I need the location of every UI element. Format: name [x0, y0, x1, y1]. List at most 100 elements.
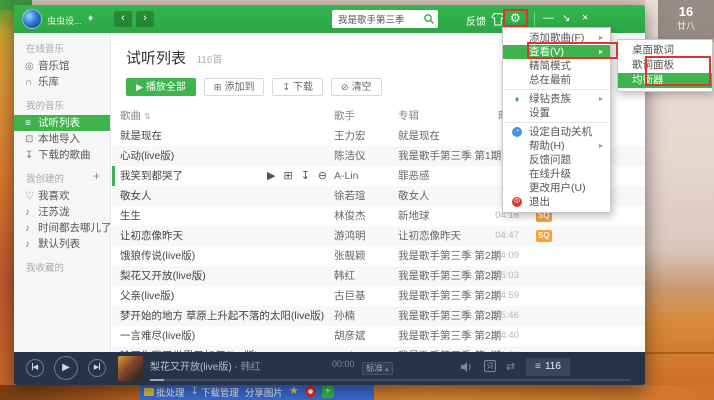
next-button[interactable]: ▶ — [88, 359, 106, 377]
submenu-arrow-icon: ▸ — [599, 92, 603, 106]
table-row[interactable]: 父亲(live版) 古巨基 我是歌手第三季 第2期 04:59 — [112, 286, 645, 306]
forward-button[interactable]: › — [136, 11, 154, 27]
sidebar-section-collected: 我收藏的 — [26, 260, 110, 274]
clear-button[interactable]: ⊘清空 — [331, 78, 382, 96]
song-artist[interactable]: 张靓颖 — [334, 246, 396, 266]
menu-item-label: 反馈问题 — [529, 154, 571, 166]
song-artist[interactable]: 陈洁仪 — [334, 146, 396, 166]
menu-item-auto-shutdown[interactable]: ◔设定自动关机 — [503, 125, 610, 139]
previous-button[interactable]: ◀ — [26, 359, 44, 377]
sort-icon[interactable]: ⇅ — [144, 112, 151, 121]
menu-separator — [504, 122, 609, 123]
minimize-to-tray-button[interactable]: ↘ — [562, 12, 570, 25]
download-button[interactable]: ↧下载 — [272, 78, 323, 96]
chevron-up-icon: ▴ — [385, 366, 389, 373]
table-row[interactable]: 梦开始的地方 草原上升起不落的太阳(live版) 孙楠 我是歌手第三季 第2期 … — [112, 306, 645, 326]
menu-item-help[interactable]: 帮助(H)▸ — [503, 139, 610, 153]
sidebar-item-listen-list[interactable]: ≡试听列表 — [14, 115, 110, 131]
table-row[interactable]: 饿狼传说(live版) 张靓颖 我是歌手第三季 第2期 04:09 — [112, 246, 645, 266]
elapsed-time: 00:00 — [332, 359, 355, 369]
heart-icon: ♡ — [25, 189, 38, 204]
table-row[interactable]: 让初恋像昨天 游鸿明 让初恋像昨天 04:47 SQ — [112, 226, 645, 246]
back-button[interactable]: ‹ — [114, 11, 132, 27]
sidebar-item-music-hall[interactable]: ◎音乐馆 — [14, 58, 110, 74]
column-album[interactable]: 专辑 — [398, 108, 419, 123]
song-artist[interactable]: 韩红 — [334, 266, 396, 286]
sidebar-item-label: 我喜欢 — [38, 190, 70, 202]
minimize-button[interactable]: — — [543, 12, 554, 25]
music-hall-icon: ◎ — [25, 59, 38, 74]
sidebar-item-playlist-1[interactable]: ♪汪苏泷 — [14, 204, 110, 220]
sidebar-item-label: 默认列表 — [38, 238, 80, 250]
quality-selector[interactable]: 标准▴ — [362, 362, 393, 375]
song-artist[interactable]: 徐若瑄 — [334, 186, 396, 206]
now-playing-artist[interactable]: 韩红 — [241, 362, 261, 373]
play-all-button[interactable]: ▶播放全部 — [126, 78, 196, 96]
song-artist[interactable]: 游鸿明 — [334, 226, 396, 246]
album-art[interactable] — [118, 356, 143, 381]
desktop-wallpaper-detail — [645, 352, 714, 354]
app-logo-icon — [22, 9, 42, 29]
menu-item-online-update[interactable]: 在线升级 — [503, 167, 610, 181]
button-label: 清空 — [352, 82, 372, 93]
menu-item-always-on-top[interactable]: 总在最前 — [503, 73, 610, 87]
table-row[interactable]: 一言难尽(live版) 胡彦斌 我是歌手第三季 第2期 04:40 — [112, 326, 645, 346]
annotation-box-view-menu — [527, 42, 618, 59]
menu-item-feedback[interactable]: 反馈问题 — [503, 153, 610, 167]
clear-icon: ⊘ — [341, 82, 349, 92]
menu-item-green-diamond[interactable]: ♦绿钻贵族▸ — [503, 92, 610, 106]
playlist-button[interactable]: ≡116 — [526, 358, 570, 376]
toolbar-item-share-image[interactable]: 分享图片 — [245, 385, 283, 399]
sidebar-item-label: 音乐馆 — [38, 60, 70, 72]
now-playing-separator: - — [234, 362, 237, 373]
weibo-icon[interactable] — [305, 386, 316, 397]
play-button[interactable]: ▶ — [54, 356, 78, 380]
row-play-icon[interactable]: ▶ — [267, 166, 275, 186]
progress-bar[interactable] — [150, 379, 630, 381]
row-add-icon[interactable]: ⊞ — [283, 166, 292, 186]
menu-item-mini-mode[interactable]: 精简模式 — [503, 59, 610, 73]
monitor-icon: ⊡ — [25, 132, 38, 147]
close-button[interactable]: × — [582, 12, 588, 25]
song-artist[interactable]: 林俊杰 — [334, 206, 396, 226]
menu-item-label: 在线升级 — [529, 168, 571, 180]
toolbar-item-download-manager[interactable]: ↧ 下载管理 — [191, 385, 239, 399]
menu-item-switch-user[interactable]: 更改用户(U) — [503, 181, 610, 195]
song-artist[interactable]: 胡彦斌 — [334, 326, 396, 346]
song-artist[interactable]: 古巨基 — [334, 286, 396, 306]
sidebar-item-music-library[interactable]: ∩乐库 — [14, 74, 110, 90]
row-download-icon[interactable]: ↧ — [301, 166, 310, 186]
music-note-icon: ♪ — [25, 237, 38, 252]
sidebar-item-playlist-2[interactable]: ♪时间都去哪儿了 — [14, 220, 110, 236]
now-playing-title[interactable]: 梨花又开放(live版) — [150, 362, 232, 373]
song-artist[interactable]: 王力宏 — [334, 126, 396, 146]
volume-icon[interactable] — [460, 361, 474, 373]
sidebar-item-downloaded-songs[interactable]: ↧下载的歌曲 — [14, 147, 110, 163]
prev-icon: ◀ — [33, 364, 38, 371]
music-note-icon: ♪ — [25, 205, 38, 220]
toolbar-item-batch[interactable]: 批处理 — [144, 385, 185, 399]
add-to-button[interactable]: ⊞添加到 — [204, 78, 265, 96]
sidebar-item-local-import[interactable]: ⊡本地导入 — [14, 131, 110, 147]
new-playlist-button[interactable]: + — [93, 169, 100, 183]
star-icon[interactable]: ★ — [289, 386, 299, 397]
search-icon[interactable] — [423, 13, 435, 25]
column-artist[interactable]: 歌手 — [334, 108, 355, 123]
sidebar-item-favorites[interactable]: ♡我喜欢 — [14, 188, 110, 204]
play-mode-icon[interactable]: ⇄ — [506, 360, 515, 373]
feedback-link[interactable]: 反馈 — [466, 13, 486, 28]
menu-item-exit[interactable]: ⏼退出 — [503, 195, 610, 209]
username[interactable]: 虫虫设... — [47, 14, 82, 27]
annotation-box-gear — [503, 9, 528, 27]
song-artist[interactable]: 孙楠 — [334, 306, 396, 326]
row-delete-icon[interactable]: ⊖ — [318, 166, 327, 186]
menu-item-settings[interactable]: 设置 — [503, 106, 610, 120]
song-title: 心动(live版) — [120, 146, 330, 166]
table-row[interactable]: 梨花又开放(live版) 韩红 我是歌手第三季 第2期 05:03 — [112, 266, 645, 286]
sidebar-item-default-playlist[interactable]: ♪默认列表 — [14, 236, 110, 252]
song-title: 梦开始的地方 草原上升起不落的太阳(live版) — [120, 306, 330, 326]
add-icon[interactable]: + — [322, 386, 334, 398]
song-artist[interactable]: A-Lin — [334, 166, 396, 186]
column-song[interactable]: 歌曲⇅ — [120, 108, 151, 123]
lyrics-icon[interactable]: 词 — [484, 360, 496, 372]
